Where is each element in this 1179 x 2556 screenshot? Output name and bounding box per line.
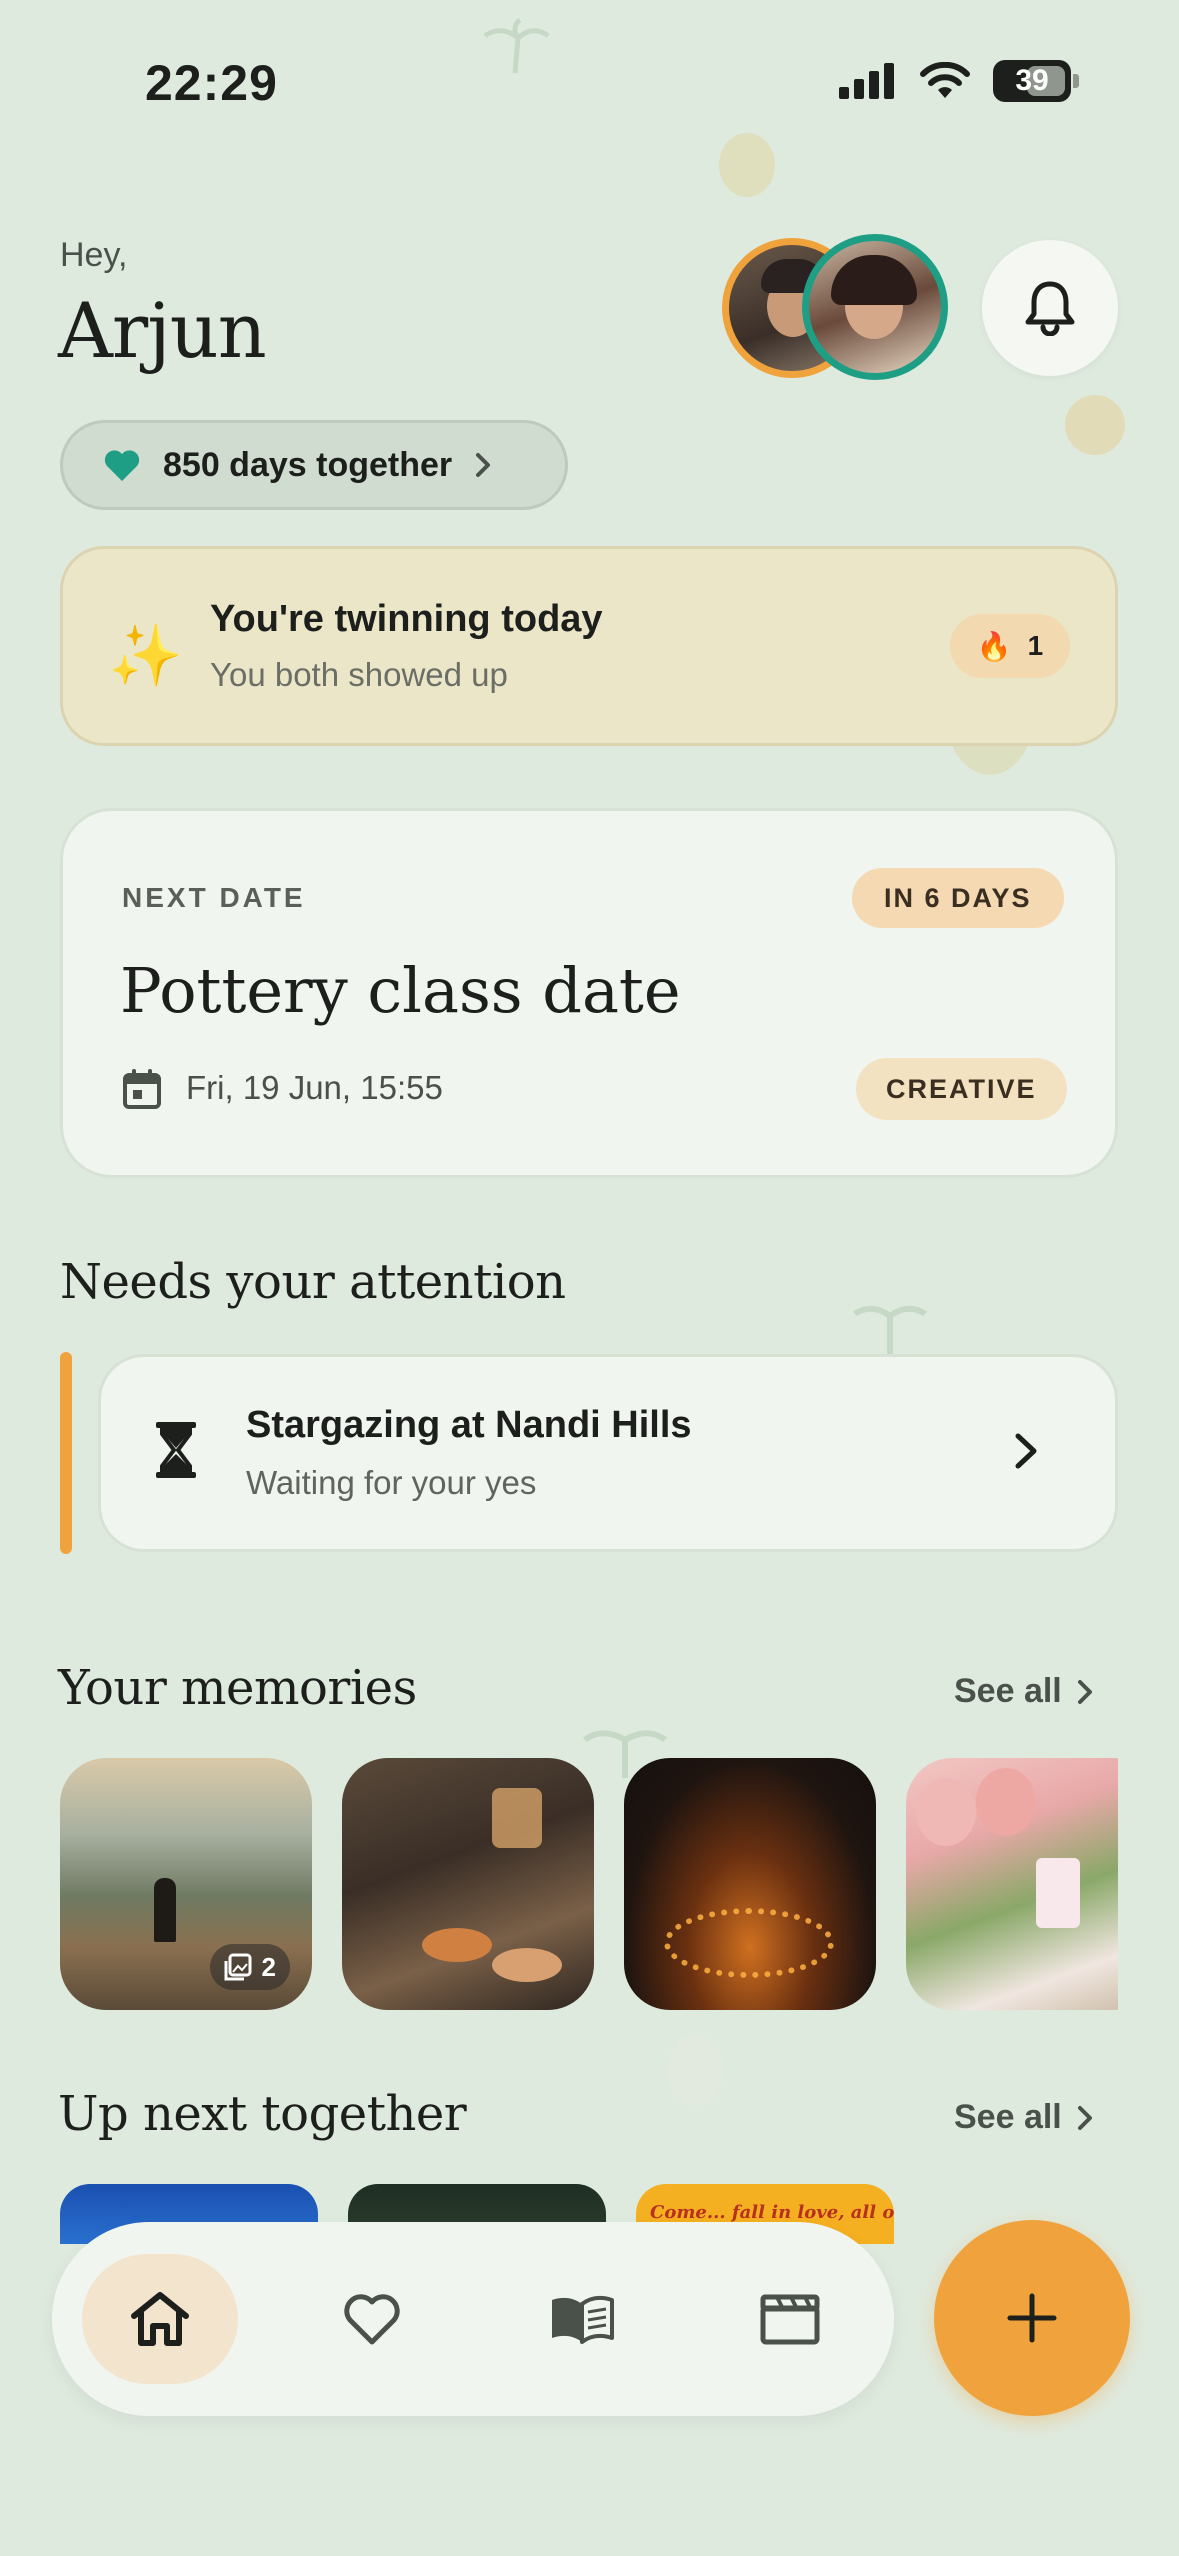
- chevron-right-icon: [476, 453, 491, 477]
- nav-journal[interactable]: [504, 2254, 660, 2384]
- nav-home[interactable]: [82, 2254, 238, 2384]
- memories-see-all-link[interactable]: See all: [954, 1672, 1094, 1711]
- memories-carousel[interactable]: 2 2: [60, 1758, 1118, 2010]
- twinning-title: You're twinning today: [210, 598, 603, 640]
- user-avatar[interactable]: [802, 234, 948, 380]
- status-icons: 39: [839, 60, 1079, 102]
- memory-thumbnail[interactable]: [624, 1758, 876, 2010]
- notifications-button[interactable]: [982, 240, 1118, 376]
- see-all-label: See all: [954, 1672, 1062, 1710]
- home-icon: [131, 2292, 189, 2346]
- next-date-label: NEXT DATE: [122, 882, 306, 913]
- attention-item-card[interactable]: [98, 1354, 1118, 1552]
- add-button[interactable]: [934, 2220, 1130, 2416]
- attention-item-subtitle: Waiting for your yes: [246, 1464, 537, 1501]
- photo-count: 2: [261, 1951, 276, 1982]
- attention-heading: Needs your attention: [60, 1254, 566, 1310]
- days-together-label: 850 days together: [163, 445, 453, 484]
- sparkle-icon: ✨: [108, 622, 183, 689]
- calendar-icon: [123, 1069, 161, 1109]
- next-date-datetime: Fri, 19 Jun, 15:55: [186, 1069, 443, 1106]
- attention-item-title: Stargazing at Nandi Hills: [246, 1404, 692, 1446]
- heart-icon: [104, 450, 140, 481]
- user-name: Arjun: [58, 286, 267, 375]
- nav-favorites[interactable]: [294, 2254, 450, 2384]
- book-icon: [552, 2295, 614, 2344]
- fire-icon: 🔥: [976, 630, 1012, 662]
- bell-icon: [1025, 281, 1075, 336]
- signal-icon: [839, 63, 894, 99]
- attention-accent-bar: [60, 1352, 72, 1554]
- gallery-icon: [224, 1953, 252, 1981]
- chevron-right-icon: [1077, 2105, 1092, 2130]
- hourglass-icon: [156, 1422, 196, 1478]
- greeting: Hey,: [60, 236, 128, 274]
- streak-badge: 🔥 1: [950, 614, 1070, 678]
- up-next-card-text: Come... fall in love, all over again...: [650, 2202, 894, 2223]
- memory-thumbnail[interactable]: [342, 1758, 594, 2010]
- up-next-heading: Up next together: [58, 2086, 467, 2142]
- up-next-see-all-link[interactable]: See all: [954, 2098, 1094, 2137]
- chevron-right-icon: [1077, 1679, 1092, 1704]
- category-badge: CREATIVE: [856, 1058, 1067, 1120]
- photo-count-badge: 2: [209, 1944, 290, 1990]
- plus-icon: [1007, 2293, 1057, 2343]
- twinning-subtitle: You both showed up: [210, 656, 508, 693]
- see-all-label: See all: [954, 2098, 1062, 2136]
- battery-level: 39: [1015, 64, 1049, 97]
- wifi-icon: [920, 62, 970, 98]
- days-together-pill[interactable]: 850 days together: [60, 420, 568, 510]
- nav-movies[interactable]: [712, 2254, 868, 2384]
- memory-thumbnail[interactable]: 2: [906, 1758, 1118, 2010]
- heart-outline-icon: [344, 2294, 400, 2345]
- memory-thumbnail[interactable]: 2: [60, 1758, 312, 2010]
- clapperboard-icon: [760, 2294, 820, 2345]
- memories-heading: Your memories: [58, 1660, 417, 1716]
- countdown-badge: IN 6 DAYS: [852, 868, 1064, 928]
- status-time: 22:29: [145, 55, 278, 111]
- battery-indicator: 39: [993, 60, 1071, 102]
- chevron-right-icon: [1015, 1433, 1037, 1469]
- streak-count: 1: [1027, 630, 1044, 661]
- next-date-title: Pottery class date: [120, 954, 681, 1027]
- bottom-nav: [52, 2222, 894, 2416]
